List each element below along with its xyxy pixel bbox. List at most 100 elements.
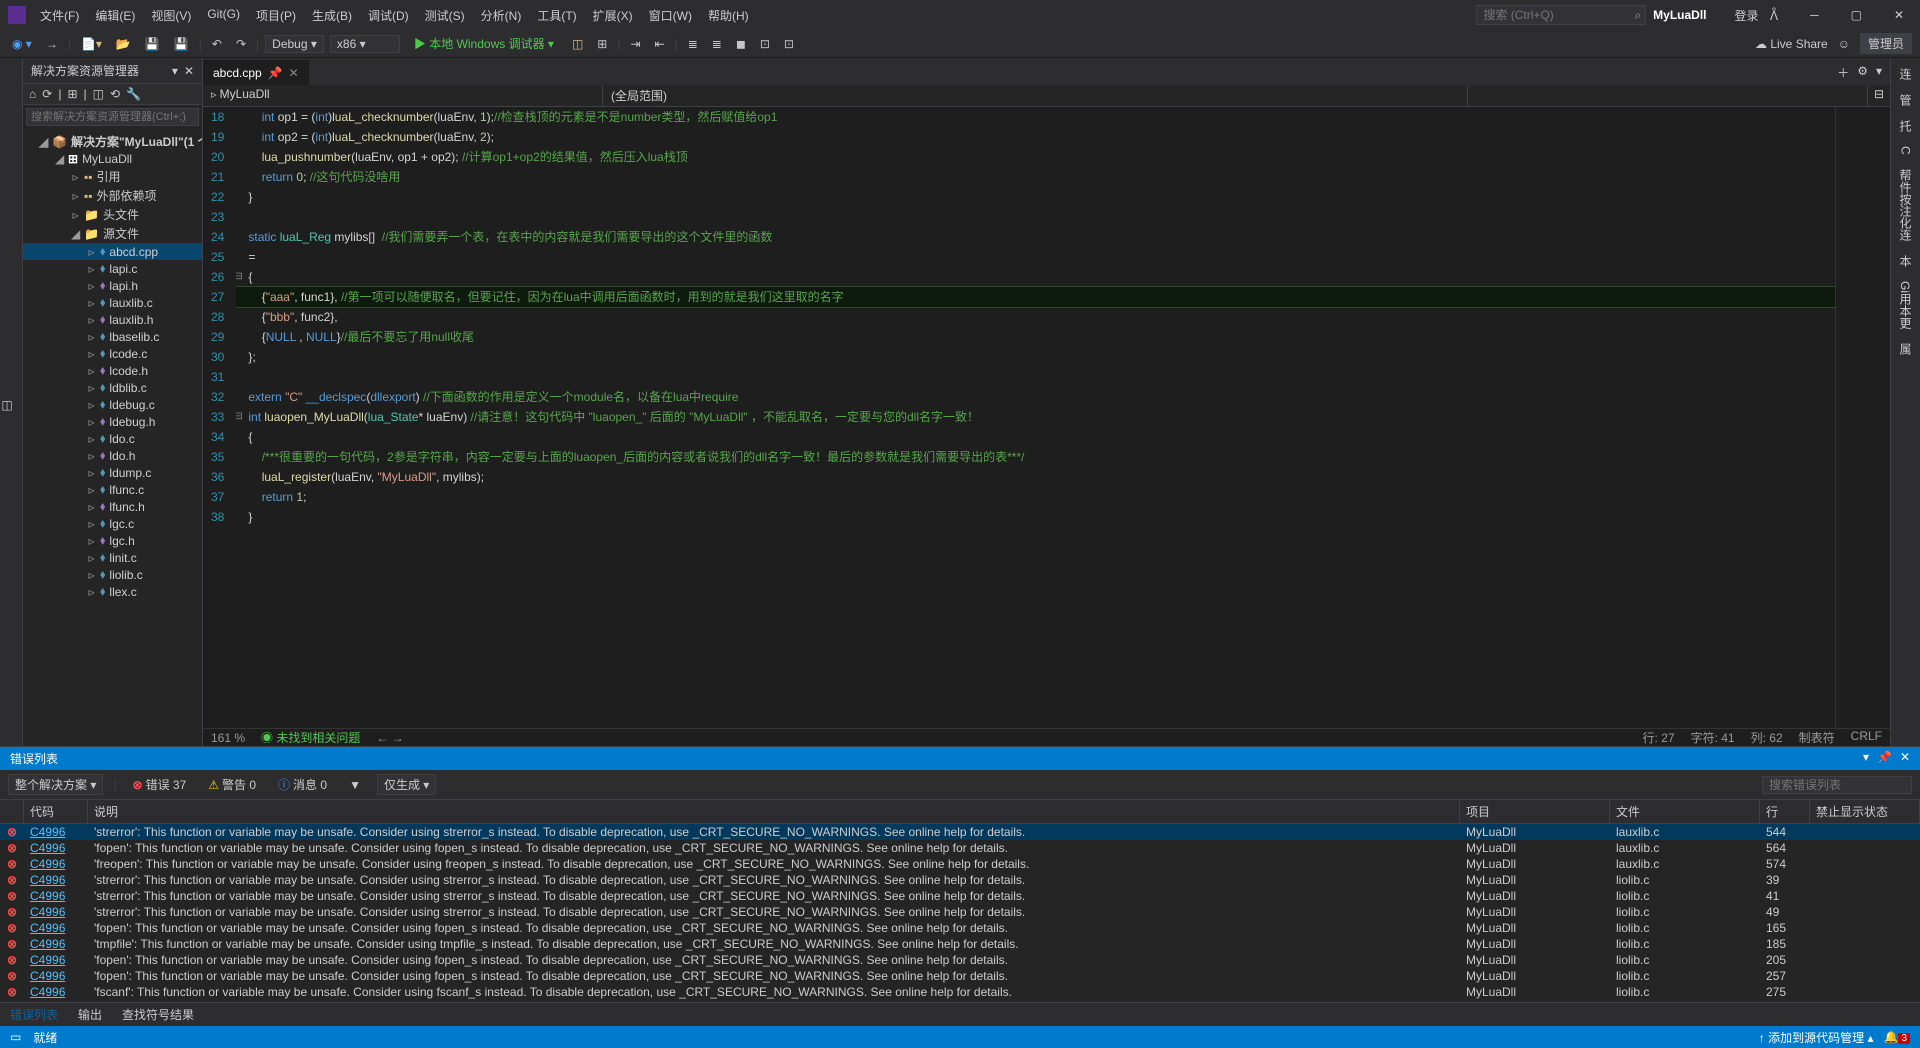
tree-item[interactable]: ▹⬧ldebug.c bbox=[23, 396, 202, 413]
code-editor[interactable]: int op1 = (int)luaL_checknumber(luaEnv, … bbox=[236, 107, 1835, 728]
build-filter-select[interactable]: 仅生成 ▾ bbox=[377, 774, 436, 795]
tree-item[interactable]: ▹⬧lauxlib.c bbox=[23, 294, 202, 311]
right-tool-item[interactable]: 托 bbox=[1897, 116, 1914, 136]
tree-item[interactable]: ▹⬧ldo.h bbox=[23, 447, 202, 464]
home-icon[interactable]: ⌂ bbox=[29, 87, 36, 101]
tb-icon-8[interactable]: ⊡ bbox=[756, 35, 774, 53]
right-tool-item[interactable]: 管 bbox=[1897, 90, 1914, 110]
error-row[interactable]: ⊗C4996'strerror': This function or varia… bbox=[0, 904, 1920, 920]
bottom-tab[interactable]: 查找符号结果 bbox=[112, 1003, 204, 1026]
tab-active[interactable]: abcd.cpp 📌 ✕ bbox=[203, 60, 309, 85]
error-table[interactable]: 代码 说明 项目 文件 行 禁止显示状态 ⊗C4996'strerror': T… bbox=[0, 800, 1920, 1002]
right-tool-item[interactable]: 连 bbox=[1897, 64, 1914, 84]
right-tool-item[interactable]: Gi用本更 bbox=[1897, 277, 1914, 333]
menu-item[interactable]: Git(G) bbox=[201, 3, 246, 28]
tree-item[interactable]: ▹⬧liolib.c bbox=[23, 566, 202, 583]
menu-item[interactable]: 扩展(X) bbox=[587, 3, 639, 28]
right-tool-item[interactable]: 帮件按注化连 bbox=[1897, 165, 1914, 245]
tab-pin-icon[interactable]: 📌 bbox=[268, 66, 283, 80]
tree-item[interactable]: ▹▪▪引用 bbox=[23, 167, 202, 186]
zoom-level[interactable]: 161 % bbox=[211, 731, 245, 745]
tree-item[interactable]: ◢⊞MyLuaDll bbox=[23, 151, 202, 167]
menu-item[interactable]: 文件(F) bbox=[34, 3, 85, 28]
error-row[interactable]: ⊗C4996'strerror': This function or varia… bbox=[0, 888, 1920, 904]
menu-item[interactable]: 测试(S) bbox=[419, 3, 471, 28]
start-debug-button[interactable]: ▶ 本地 Windows 调试器 ▾ bbox=[406, 33, 562, 54]
tree-item[interactable]: ▹⬧llex.c bbox=[23, 583, 202, 600]
tree-item[interactable]: ▹⬧lcode.h bbox=[23, 362, 202, 379]
new-file-icon[interactable]: 📄▾ bbox=[77, 35, 106, 53]
panel-pin-icon[interactable]: 📌 bbox=[1877, 750, 1892, 767]
indent-mode[interactable]: 制表符 bbox=[1799, 729, 1835, 746]
tree-item[interactable]: ▹⬧lapi.c bbox=[23, 260, 202, 277]
tb-icon-4[interactable]: ⇤ bbox=[651, 35, 669, 53]
sync-icon[interactable]: ⟳ bbox=[42, 87, 52, 101]
global-search-input[interactable] bbox=[1476, 5, 1646, 25]
open-icon[interactable]: 📂 bbox=[112, 35, 135, 53]
split-icon[interactable]: ⊟ bbox=[1868, 85, 1890, 106]
tb-icon-1[interactable]: ◫ bbox=[568, 35, 587, 53]
right-tool-item[interactable]: 本 bbox=[1897, 251, 1914, 271]
right-tool-item[interactable]: C bbox=[1899, 142, 1913, 159]
menu-item[interactable]: 视图(V) bbox=[145, 3, 197, 28]
props-icon[interactable]: 🔧 bbox=[126, 87, 141, 101]
save-icon[interactable]: 💾 bbox=[141, 35, 164, 53]
tree-item[interactable]: ▹⬧lgc.h bbox=[23, 532, 202, 549]
error-row[interactable]: ⊗C4996'fscanf': This function or variabl… bbox=[0, 984, 1920, 1000]
add-source-control[interactable]: ↑ 添加到源代码管理 ▴ bbox=[1759, 1029, 1874, 1046]
tree-item[interactable]: ▹⬧lapi.h bbox=[23, 277, 202, 294]
notifications-button[interactable]: 🔔3 bbox=[1883, 1030, 1910, 1044]
tree-item[interactable]: ▹⬧linit.c bbox=[23, 549, 202, 566]
menu-item[interactable]: 帮助(H) bbox=[702, 3, 755, 28]
panel-opts-icon[interactable]: ▾ bbox=[172, 64, 178, 78]
add-tab-icon[interactable]: ＋ bbox=[1837, 64, 1849, 81]
tree-item[interactable]: ▹⬧abcd.cpp bbox=[23, 243, 202, 260]
show-all-icon[interactable]: ◫ bbox=[93, 87, 104, 101]
tree-item[interactable]: ◢📦解决方案"MyLuaDll"(1 个项目 bbox=[23, 132, 202, 151]
menu-item[interactable]: 生成(B) bbox=[306, 3, 358, 28]
right-tool-strip[interactable]: 连管托C 帮件按注化连本 Gi用本更属 bbox=[1890, 58, 1920, 746]
platform-select[interactable]: x86 ▾ bbox=[330, 35, 400, 53]
table-header[interactable]: 代码 说明 项目 文件 行 禁止显示状态 bbox=[0, 800, 1920, 824]
tab-close-icon[interactable]: ✕ bbox=[289, 66, 299, 80]
error-row[interactable]: ⊗C4996'strerror': This function or varia… bbox=[0, 824, 1920, 840]
error-row[interactable]: ⊗C4996'fopen': This function or variable… bbox=[0, 920, 1920, 936]
maximize-icon[interactable]: ▢ bbox=[1843, 6, 1870, 24]
tree-item[interactable]: ▹⬧ldump.c bbox=[23, 464, 202, 481]
info-count-button[interactable]: ⓘ消息 0 bbox=[272, 775, 333, 794]
save-all-icon[interactable]: 💾 bbox=[170, 35, 193, 53]
error-row[interactable]: ⊗C4996'strerror': This function or varia… bbox=[0, 872, 1920, 888]
menu-item[interactable]: 窗口(W) bbox=[643, 3, 698, 28]
undo-icon[interactable]: ↶ bbox=[208, 35, 226, 53]
tree-item[interactable]: ▹⬧ldo.c bbox=[23, 430, 202, 447]
eol-mode[interactable]: CRLF bbox=[1851, 729, 1882, 746]
tree-item[interactable]: ▹⬧lbaselib.c bbox=[23, 328, 202, 345]
left-tool-strip[interactable]: ◫ bbox=[0, 58, 23, 746]
tree-item[interactable]: ▹📁头文件 bbox=[23, 205, 202, 224]
panel-close-icon[interactable]: ✕ bbox=[1900, 750, 1910, 767]
scope-select[interactable]: 整个解决方案 ▾ bbox=[8, 774, 103, 795]
error-row[interactable]: ⊗C4996'fopen': This function or variable… bbox=[0, 968, 1920, 984]
bottom-tab[interactable]: 错误列表 bbox=[0, 1003, 68, 1026]
errors-count-button[interactable]: ⊗错误 37 bbox=[127, 775, 193, 794]
redo-icon[interactable]: ↷ bbox=[232, 35, 250, 53]
error-row[interactable]: ⊗C4996'fopen': This function or variable… bbox=[0, 840, 1920, 856]
menu-item[interactable]: 编辑(E) bbox=[89, 3, 141, 28]
tree-item[interactable]: ▹⬧lauxlib.h bbox=[23, 311, 202, 328]
tree-item[interactable]: ▹⬧lfunc.c bbox=[23, 481, 202, 498]
error-row[interactable]: ⊗C4996'freopen': This function or variab… bbox=[0, 856, 1920, 872]
feedback-icon[interactable]: ☺ bbox=[1838, 37, 1850, 51]
tb-icon-7[interactable]: ◼ bbox=[732, 35, 750, 53]
config-select[interactable]: Debug ▾ bbox=[265, 35, 324, 53]
error-row[interactable]: ⊗C4996'tmpfile': This function or variab… bbox=[0, 936, 1920, 952]
tb-icon-5[interactable]: ≣ bbox=[684, 35, 702, 53]
warnings-count-button[interactable]: ⚠警告 0 bbox=[202, 775, 262, 794]
tb-icon-2[interactable]: ⊞ bbox=[593, 35, 611, 53]
minimize-icon[interactable]: ─ bbox=[1802, 6, 1827, 24]
right-tool-item[interactable]: 属 bbox=[1897, 339, 1914, 359]
error-search-input[interactable] bbox=[1762, 776, 1912, 794]
solution-tree[interactable]: ◢📦解决方案"MyLuaDll"(1 个项目◢⊞MyLuaDll▹▪▪引用▹▪▪… bbox=[23, 129, 202, 746]
tree-item[interactable]: ▹▪▪外部依赖项 bbox=[23, 186, 202, 205]
tb-icon-9[interactable]: ⊡ bbox=[780, 35, 798, 53]
scope-select[interactable]: ▹ MyLuaDll bbox=[203, 85, 603, 106]
